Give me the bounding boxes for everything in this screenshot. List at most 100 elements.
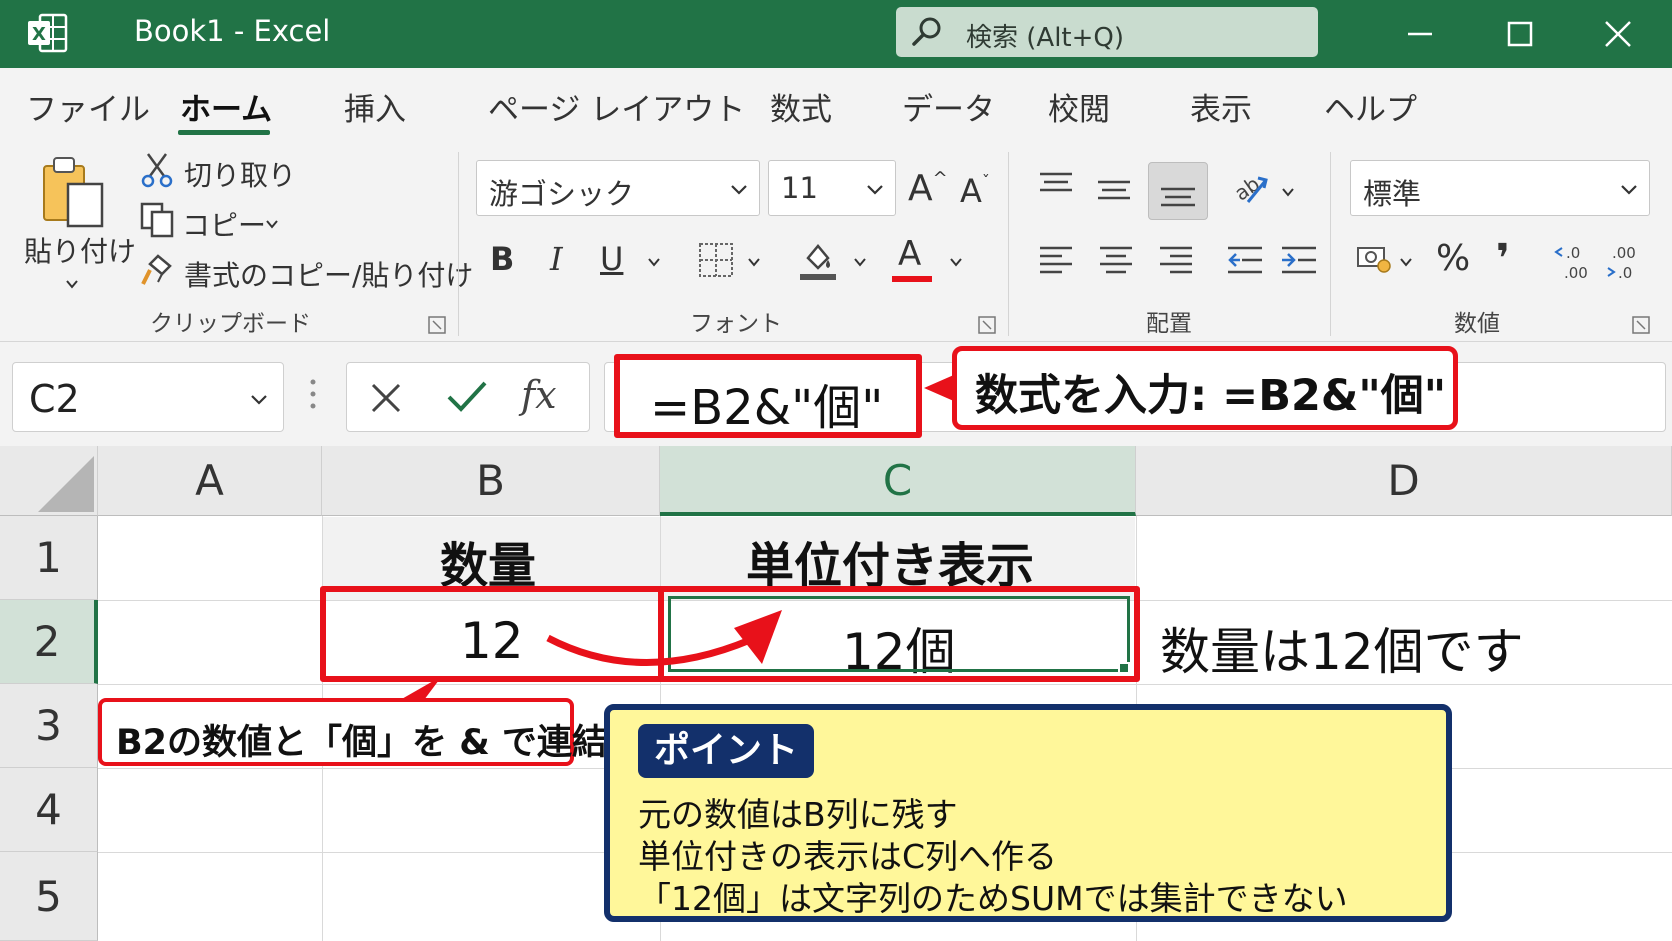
paste-dropdown-chevron-icon[interactable]: [64, 276, 80, 292]
cancel-x-icon[interactable]: [369, 381, 403, 415]
tab-file[interactable]: ファイル: [26, 84, 150, 129]
title-bar: X Book1 - Excel 検索 (Alt+Q): [0, 0, 1672, 68]
accounting-format-icon[interactable]: [1356, 242, 1394, 280]
shrink-font-glyph: A: [960, 172, 982, 210]
svg-text:.00: .00: [1612, 244, 1636, 262]
italic-button[interactable]: I: [550, 240, 563, 278]
grow-font-button[interactable]: A^: [908, 168, 948, 209]
number-launcher-icon[interactable]: [1632, 316, 1650, 334]
decrease-decimal-icon[interactable]: .00.0: [1604, 242, 1644, 286]
cut-icon[interactable]: [140, 152, 174, 192]
formula-highlight: =B2&"個": [614, 354, 922, 438]
borders-icon[interactable]: [698, 242, 734, 282]
number-format-dropdown[interactable]: 標準: [1350, 160, 1650, 216]
group-separator: [1330, 152, 1331, 336]
caret-up-icon: ^: [932, 168, 948, 189]
chevron-down-icon: [1621, 185, 1637, 195]
chevron-down-icon: [867, 185, 883, 195]
comma-style-button[interactable]: ❜: [1496, 236, 1510, 282]
row-header-2[interactable]: 2: [0, 600, 98, 684]
point-line-2: 単位付きの表示はC列へ作る: [638, 837, 1058, 876]
excel-logo-icon[interactable]: X: [26, 11, 70, 55]
format-painter-label[interactable]: 書式のコピー/貼り付け: [184, 254, 473, 294]
formula-buttons: fx: [346, 362, 590, 432]
decrease-indent-icon[interactable]: [1226, 244, 1264, 280]
window-title: Book1 - Excel: [134, 14, 331, 48]
bold-button[interactable]: B: [490, 240, 514, 278]
close-button[interactable]: [1596, 12, 1640, 56]
formula-callout-text: 数式を入力: =B2&"個": [975, 371, 1447, 421]
number-group-label: 数値: [1454, 311, 1500, 337]
font-size-dropdown[interactable]: 11: [768, 160, 896, 216]
align-bottom-icon: [1161, 187, 1195, 207]
increase-indent-icon[interactable]: [1280, 244, 1318, 280]
caret-down-icon: ˇ: [981, 172, 990, 191]
percent-style-button[interactable]: %: [1436, 238, 1470, 279]
clipboard-group-label: クリップボード: [150, 311, 311, 337]
maximize-button[interactable]: [1498, 12, 1542, 56]
column-header-d[interactable]: D: [1136, 446, 1672, 516]
accounting-dropdown-chevron-icon[interactable]: [1398, 254, 1414, 270]
tab-view[interactable]: 表示: [1190, 84, 1252, 129]
align-bottom-button[interactable]: [1148, 162, 1208, 220]
row-header-4[interactable]: 4: [0, 768, 98, 852]
row-header-5[interactable]: 5: [0, 852, 98, 941]
tab-review[interactable]: 校閲: [1048, 84, 1110, 129]
fill-color-icon[interactable]: [798, 238, 838, 286]
tab-formulas[interactable]: 数式: [770, 84, 832, 129]
underline-dropdown-chevron-icon[interactable]: [646, 254, 662, 270]
column-header-b[interactable]: B: [322, 446, 660, 516]
tab-data[interactable]: データ: [902, 84, 995, 129]
formula-callout: 数式を入力: =B2&"個": [952, 346, 1458, 430]
insert-function-button[interactable]: fx: [521, 373, 557, 417]
chevron-down-icon: [251, 395, 267, 405]
align-left-icon[interactable]: [1038, 244, 1074, 280]
row-header-3[interactable]: 3: [0, 684, 98, 768]
minimize-button[interactable]: [1398, 12, 1442, 56]
fill-color-dropdown-chevron-icon[interactable]: [852, 254, 868, 270]
clipboard-launcher-icon[interactable]: [428, 316, 446, 334]
tab-home[interactable]: ホーム: [180, 84, 272, 129]
name-box[interactable]: C2: [12, 362, 284, 432]
font-color-dropdown-chevron-icon[interactable]: [948, 254, 964, 270]
alignment-group-label: 配置: [1146, 311, 1192, 337]
copy-label[interactable]: コピー: [182, 204, 266, 244]
align-right-icon[interactable]: [1158, 244, 1194, 280]
resize-handle-icon[interactable]: [308, 376, 318, 412]
ribbon: 貼り付け 切り取り コピー 書式のコピー/貼り付け クリップボード 游ゴシック …: [0, 144, 1672, 342]
tab-page-layout[interactable]: ページ レイアウト: [488, 84, 745, 129]
borders-dropdown-chevron-icon[interactable]: [746, 254, 762, 270]
orientation-dropdown-chevron-icon[interactable]: [1280, 184, 1296, 200]
ribbon-tabs: ファイル ホーム 挿入 ページ レイアウト 数式 データ 校閲 表示 ヘルプ: [0, 68, 1672, 144]
orientation-icon[interactable]: ab: [1230, 168, 1270, 212]
copy-dropdown-chevron-icon[interactable]: [264, 216, 280, 232]
font-launcher-icon[interactable]: [978, 316, 996, 334]
search-box[interactable]: 検索 (Alt+Q): [896, 7, 1318, 57]
enter-check-icon[interactable]: [445, 379, 489, 415]
name-box-value: C2: [29, 377, 80, 421]
tab-insert[interactable]: 挿入: [344, 84, 406, 129]
align-top-icon[interactable]: [1038, 170, 1074, 204]
shrink-font-button[interactable]: Aˇ: [960, 172, 990, 210]
copy-icon[interactable]: [140, 202, 176, 242]
increase-decimal-icon[interactable]: .0.00: [1554, 242, 1594, 286]
align-center-icon[interactable]: [1098, 244, 1134, 280]
group-separator: [1008, 152, 1009, 336]
format-painter-icon[interactable]: [140, 252, 176, 292]
font-name-dropdown[interactable]: 游ゴシック: [476, 160, 760, 216]
formula-text: =B2&"個": [650, 380, 884, 436]
paste-icon[interactable]: [38, 154, 108, 234]
cut-label[interactable]: 切り取り: [184, 154, 296, 194]
font-color-button[interactable]: A: [898, 234, 921, 274]
search-placeholder: 検索 (Alt+Q): [966, 23, 1125, 53]
column-header-c[interactable]: C: [660, 446, 1136, 516]
fill-handle[interactable]: [1118, 662, 1130, 674]
select-all-corner[interactable]: [0, 446, 98, 516]
column-header-a[interactable]: A: [98, 446, 322, 516]
align-middle-icon[interactable]: [1096, 174, 1132, 208]
cell-d2[interactable]: 数量は12個です: [1160, 612, 1524, 684]
underline-button[interactable]: U: [600, 240, 623, 278]
paste-label[interactable]: 貼り付け: [24, 230, 136, 270]
row-header-1[interactable]: 1: [0, 516, 98, 600]
tab-help[interactable]: ヘルプ: [1324, 84, 1417, 129]
